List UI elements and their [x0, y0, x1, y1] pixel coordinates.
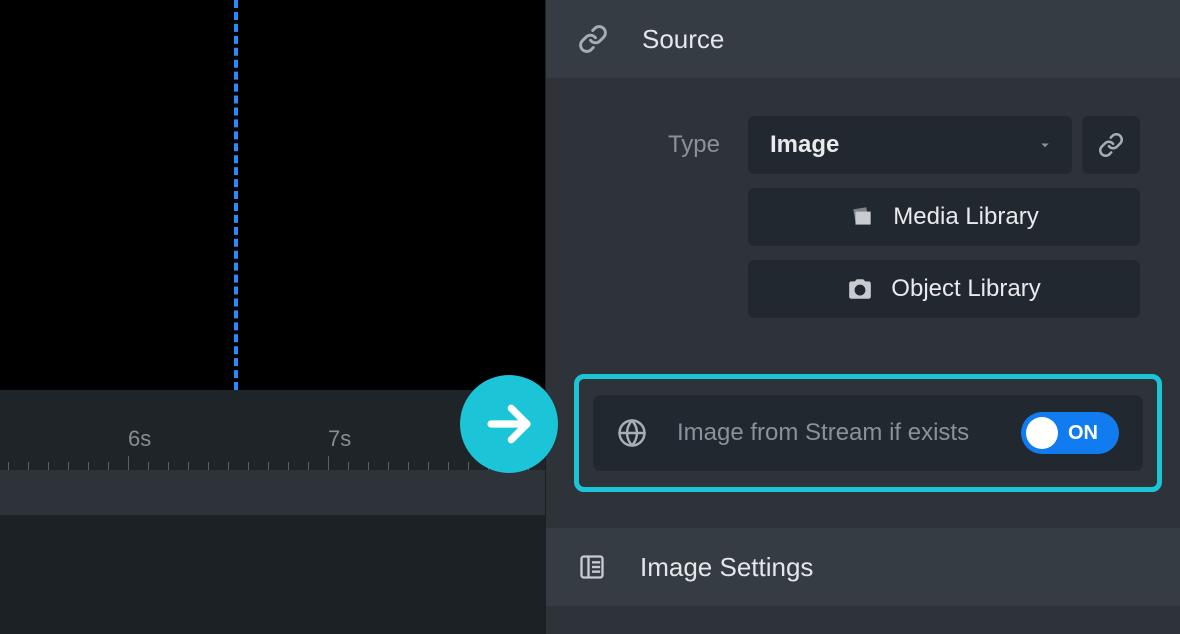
link-icon — [578, 24, 608, 54]
type-link-button[interactable] — [1082, 116, 1140, 174]
source-section-header[interactable]: Source — [546, 0, 1180, 78]
timeline-pane: 6s 7s — [0, 0, 545, 634]
stream-toggle-row: Image from Stream if exists ON — [593, 395, 1143, 471]
toggle-state-label: ON — [1068, 422, 1098, 445]
playhead[interactable] — [234, 0, 238, 390]
object-library-button[interactable]: Object Library — [748, 260, 1140, 318]
object-library-row: Object Library — [748, 260, 1140, 318]
globe-icon — [617, 418, 647, 448]
image-settings-section-header[interactable]: Image Settings — [546, 528, 1180, 606]
tick-label: 7s — [328, 426, 351, 452]
preview-area — [0, 0, 545, 390]
arrow-annotation-icon — [460, 375, 558, 473]
media-library-button[interactable]: Media Library — [748, 188, 1140, 246]
media-library-icon — [849, 204, 875, 230]
type-dropdown[interactable]: Image — [748, 116, 1072, 174]
type-label: Type — [574, 131, 748, 159]
properties-pane: Source Type Image Media Library — [545, 0, 1180, 634]
media-library-row: Media Library — [748, 188, 1140, 246]
type-value: Image — [770, 131, 839, 159]
source-content: Type Image Media Library — [546, 78, 1180, 318]
source-title: Source — [642, 24, 724, 55]
camera-plus-icon — [847, 276, 873, 302]
image-settings-title: Image Settings — [640, 552, 813, 583]
stream-label: Image from Stream if exists — [677, 419, 991, 447]
toggle-knob — [1026, 417, 1058, 449]
stream-toggle[interactable]: ON — [1021, 412, 1119, 454]
tick-label: 6s — [128, 426, 151, 452]
settings-panel-icon — [578, 553, 606, 581]
object-library-label: Object Library — [891, 275, 1040, 303]
timeline-gap — [0, 470, 545, 515]
media-library-label: Media Library — [893, 203, 1038, 231]
track-area[interactable] — [0, 515, 545, 634]
stream-highlight-box: Image from Stream if exists ON — [574, 374, 1162, 492]
chevron-down-icon — [1036, 136, 1054, 154]
type-row: Type Image — [574, 116, 1140, 174]
